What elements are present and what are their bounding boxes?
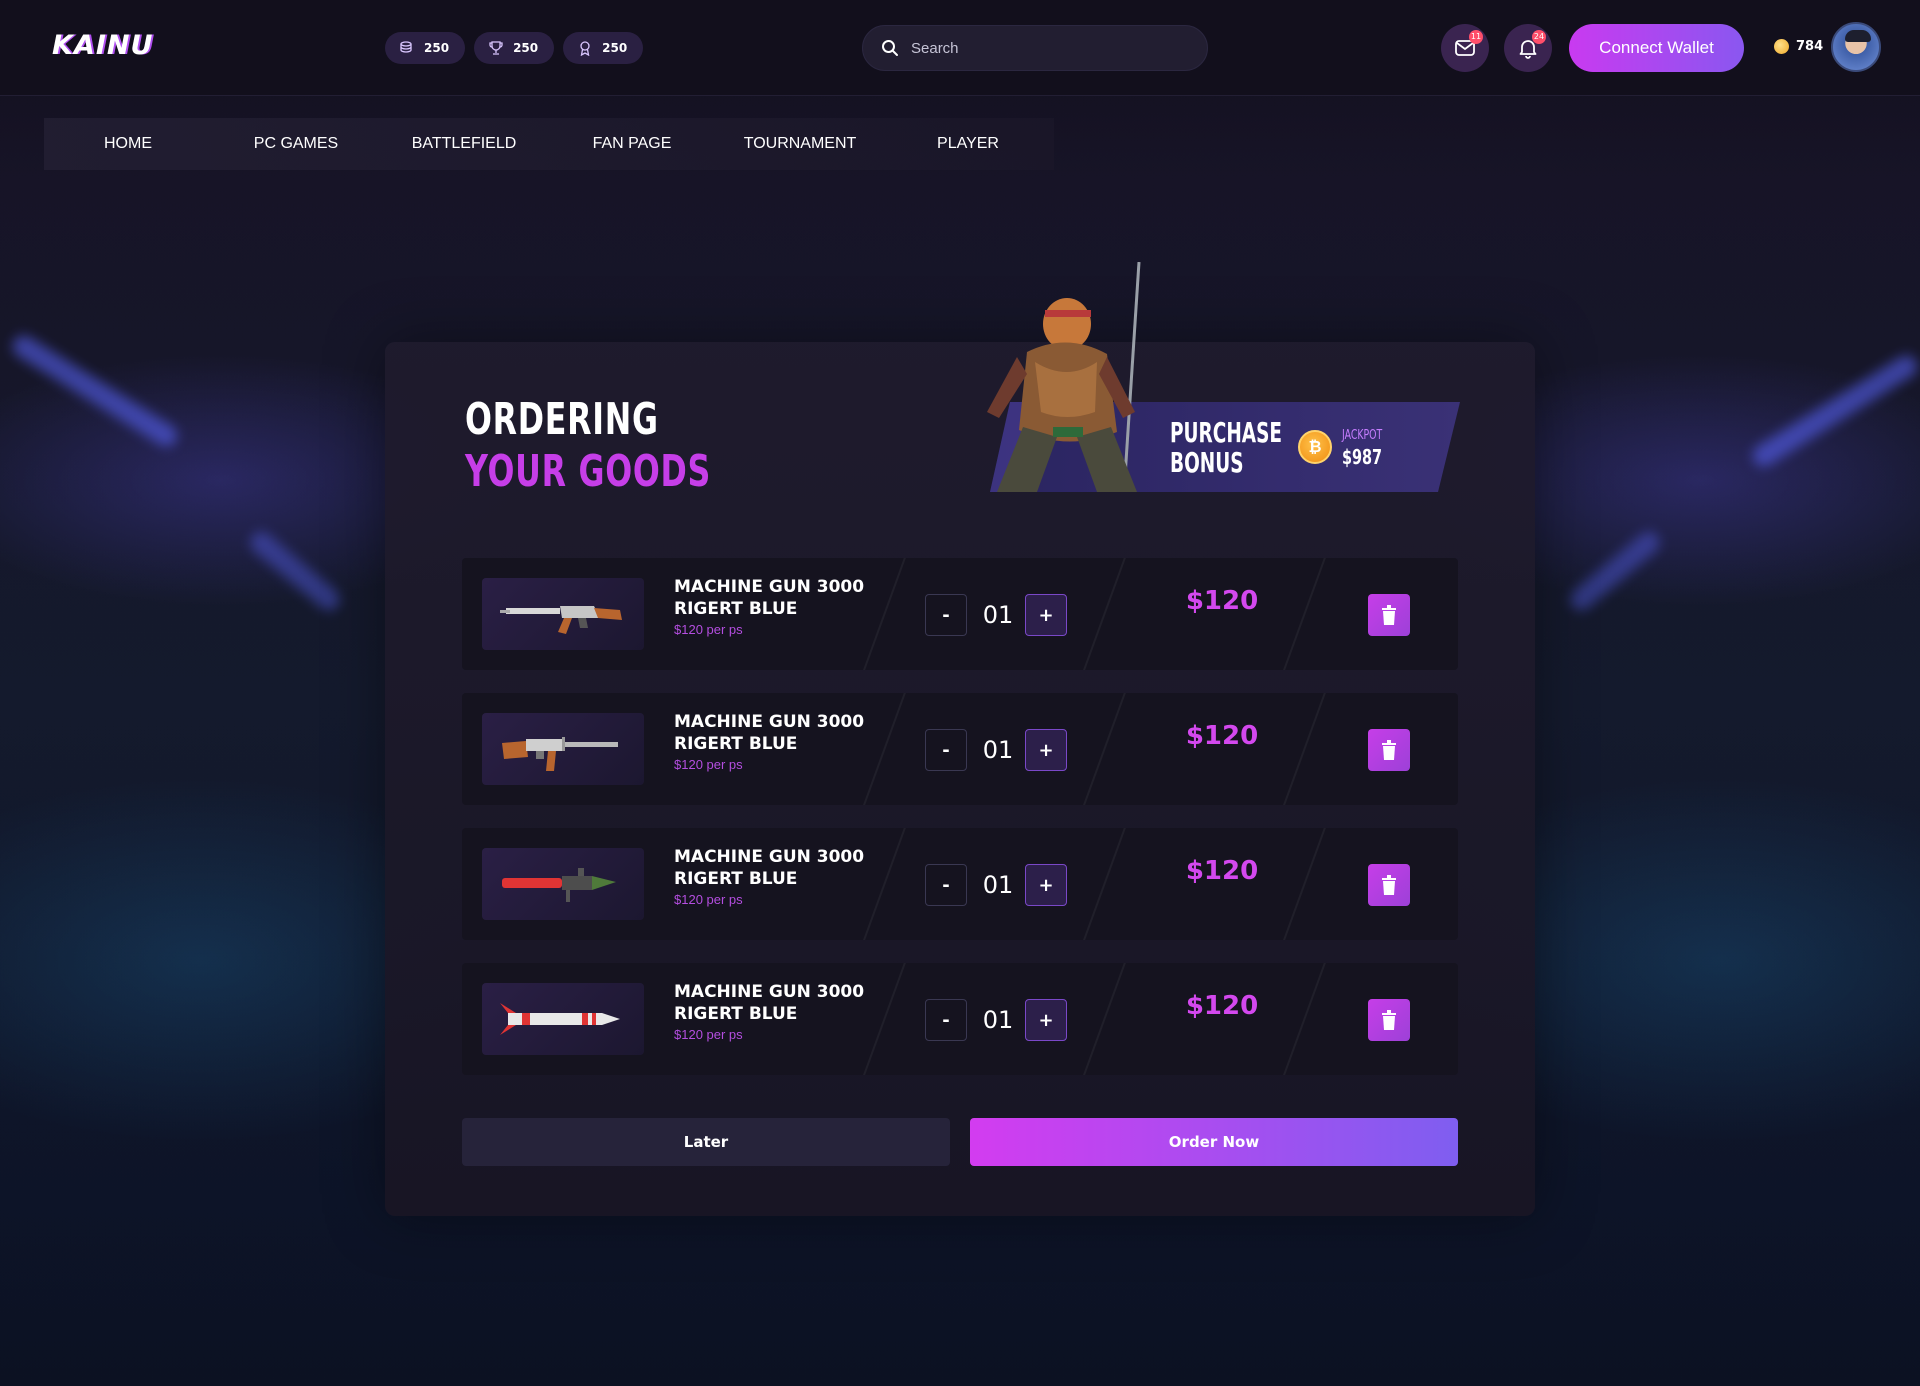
header-stats: 250 250 250	[385, 32, 644, 64]
notifications-badge: 24	[1532, 30, 1546, 44]
item-name: MACHINE GUN 3000 RIGERT BLUE	[674, 982, 865, 1024]
order-subtitle: YOUR GOODS	[465, 446, 712, 497]
search-input[interactable]	[911, 39, 1171, 57]
nav-item-pc-games[interactable]: PC GAMES	[254, 118, 338, 170]
medal-icon	[580, 41, 590, 56]
stat-trophy-value: 250	[513, 41, 539, 55]
bg-light-streak	[1565, 527, 1665, 615]
stat-trophy[interactable]: 250	[474, 32, 555, 64]
trash-icon	[1382, 1010, 1396, 1030]
order-item-row: MACHINE GUN 3000 RIGERT BLUE $120 per ps…	[462, 828, 1458, 940]
order-now-button[interactable]: Order Now	[970, 1118, 1458, 1166]
order-title: ORDERING	[465, 394, 659, 445]
item-quantity: 01	[982, 736, 1014, 764]
nav-item-battlefield[interactable]: BATTLEFIELD	[412, 118, 517, 170]
item-quantity: 01	[982, 871, 1014, 899]
order-item-row: MACHINE GUN 3000 RIGERT BLUE $120 per ps…	[462, 693, 1458, 805]
assault-rifle-image	[482, 578, 644, 650]
order-item-row: MACHINE GUN 3000 RIGERT BLUE $120 per ps…	[462, 558, 1458, 670]
user-avatar[interactable]	[1831, 22, 1881, 72]
trophy-icon	[489, 41, 503, 55]
item-name: MACHINE GUN 3000 RIGERT BLUE	[674, 847, 865, 889]
stat-coins[interactable]: 250	[385, 32, 466, 64]
item-total-price: $120	[1185, 721, 1259, 751]
item-name: MACHINE GUN 3000 RIGERT BLUE	[674, 577, 865, 619]
delete-item-button[interactable]	[1368, 729, 1410, 771]
jackpot-value: $987	[1342, 445, 1383, 469]
decrease-quantity-button[interactable]: -	[925, 864, 967, 906]
tiger-warrior-illustration	[987, 262, 1141, 492]
decrease-quantity-button[interactable]: -	[925, 594, 967, 636]
jackpot-label: JACKPOT	[1342, 428, 1383, 443]
decrease-quantity-button[interactable]: -	[925, 999, 967, 1041]
increase-quantity-button[interactable]: +	[1025, 864, 1067, 906]
bg-light-streak	[1748, 351, 1920, 471]
search-bar[interactable]	[862, 25, 1208, 71]
order-modal: ORDERING YOUR GOODS PURCHASE BONUS ₿ JAC…	[385, 262, 1535, 1216]
coin-balance-value: 784	[1796, 39, 1824, 54]
item-unit-price: $120 per ps	[674, 892, 743, 907]
machine-gun-image	[482, 713, 644, 785]
trash-icon	[1382, 875, 1396, 895]
item-unit-price: $120 per ps	[674, 622, 743, 637]
mail-button[interactable]: 11	[1441, 24, 1489, 72]
top-header: KAINU 250 250 250 11 24 Connect Wallet 7…	[0, 0, 1920, 96]
stat-coins-value: 250	[424, 41, 450, 55]
stat-medal-value: 250	[602, 41, 628, 55]
trash-icon	[1382, 605, 1396, 625]
nav-item-fan-page[interactable]: FAN PAGE	[593, 118, 672, 170]
increase-quantity-button[interactable]: +	[1025, 729, 1067, 771]
missile-image	[482, 983, 644, 1055]
bg-light-streak	[8, 331, 182, 451]
bg-light-streak	[245, 527, 345, 615]
main-nav: HOME PC GAMES BATTLEFIELD FAN PAGE TOURN…	[44, 118, 1054, 170]
search-icon	[882, 40, 898, 56]
item-name: MACHINE GUN 3000 RIGERT BLUE	[674, 712, 865, 754]
increase-quantity-button[interactable]: +	[1025, 594, 1067, 636]
later-button[interactable]: Later	[462, 1118, 950, 1166]
decrease-quantity-button[interactable]: -	[925, 729, 967, 771]
item-total-price: $120	[1185, 856, 1259, 886]
nav-item-tournament[interactable]: TOURNAMENT	[744, 118, 857, 170]
delete-item-button[interactable]	[1368, 864, 1410, 906]
kainu-logo[interactable]: KAINU	[52, 30, 153, 61]
notifications-button[interactable]: 24	[1504, 24, 1552, 72]
bitcoin-icon: ₿	[1298, 430, 1332, 464]
mail-badge: 11	[1469, 30, 1483, 44]
item-quantity: 01	[982, 1006, 1014, 1034]
increase-quantity-button[interactable]: +	[1025, 999, 1067, 1041]
item-total-price: $120	[1185, 991, 1259, 1021]
delete-item-button[interactable]	[1368, 594, 1410, 636]
coins-icon	[400, 41, 412, 53]
trash-icon	[1382, 740, 1396, 760]
coin-icon	[1774, 39, 1789, 54]
connect-wallet-button[interactable]: Connect Wallet	[1569, 24, 1744, 72]
item-total-price: $120	[1185, 586, 1259, 616]
order-item-row: MACHINE GUN 3000 RIGERT BLUE $120 per ps…	[462, 963, 1458, 1075]
purchase-bonus-label: PURCHASE BONUS	[1170, 416, 1283, 479]
item-unit-price: $120 per ps	[674, 1027, 743, 1042]
delete-item-button[interactable]	[1368, 999, 1410, 1041]
item-quantity: 01	[982, 601, 1014, 629]
nav-item-home[interactable]: HOME	[104, 118, 152, 170]
nav-item-player[interactable]: PLAYER	[937, 118, 999, 170]
coin-balance: 784	[1774, 39, 1823, 54]
rocket-launcher-image	[482, 848, 644, 920]
item-unit-price: $120 per ps	[674, 757, 743, 772]
stat-medal[interactable]: 250	[563, 32, 644, 64]
